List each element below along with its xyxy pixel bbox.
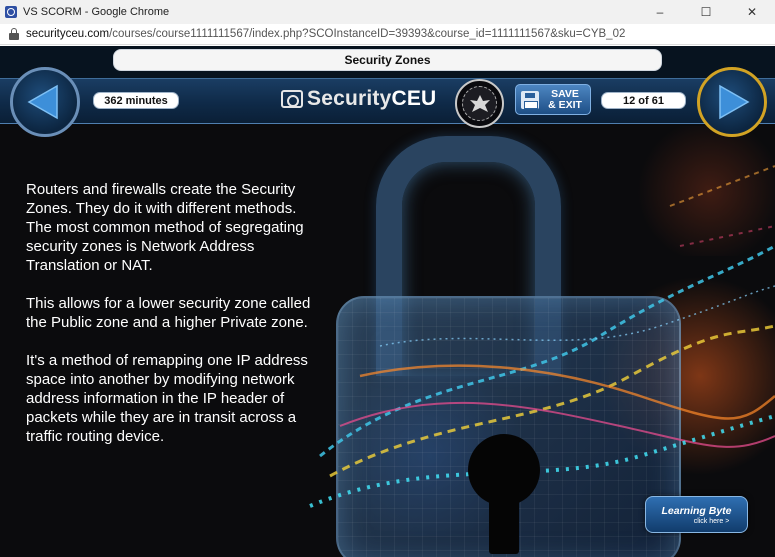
- slide-paragraph: It's a method of remapping one IP addres…: [26, 352, 308, 445]
- next-slide-button[interactable]: [697, 67, 767, 137]
- browser-title-bar: VS SCORM - Google Chrome – ☐ ✕: [0, 0, 775, 24]
- url-text[interactable]: securityceu.com/courses/course1111111567…: [26, 28, 625, 40]
- logo-text-prefix: Security: [307, 87, 392, 110]
- learning-byte-title: Learning Byte: [661, 504, 732, 517]
- close-button[interactable]: ✕: [729, 0, 775, 24]
- logo-mark-icon: [281, 90, 303, 108]
- lock-icon[interactable]: [9, 28, 19, 40]
- floppy-disk-icon: [521, 90, 539, 109]
- padlock-illustration: [300, 126, 775, 557]
- page-indicator: 12 of 61: [601, 92, 686, 109]
- learning-byte-button[interactable]: Learning Byte click here >: [645, 496, 748, 533]
- save-exit-button[interactable]: SAVE & EXIT: [515, 84, 591, 115]
- slide-paragraph: Routers and firewalls create the Securit…: [26, 181, 304, 274]
- url-path: /courses/course1111111567/index.php?SCOI…: [109, 28, 626, 40]
- minimize-button[interactable]: –: [637, 0, 683, 24]
- slide-paragraph: This allows for a lower security zone ca…: [26, 295, 311, 331]
- course-player: Security Zones 362 minutes SecurityCEU S…: [0, 46, 775, 557]
- light-streaks: [309, 165, 775, 508]
- right-arrow-icon: [719, 84, 750, 120]
- url-domain: securityceu.com: [26, 28, 110, 40]
- logo-text-suffix: CEU: [391, 87, 437, 110]
- slide-title: Security Zones: [113, 49, 662, 71]
- app-icon: [5, 6, 17, 18]
- maximize-button[interactable]: ☐: [683, 0, 729, 24]
- address-bar[interactable]: securityceu.com/courses/course1111111567…: [0, 24, 775, 45]
- save-exit-label: SAVE & EXIT: [548, 87, 582, 111]
- learning-byte-subtitle: click here >: [693, 517, 730, 525]
- eagle-seal-icon: [455, 79, 504, 128]
- securityceu-logo: SecurityCEU: [281, 86, 436, 112]
- previous-slide-button[interactable]: [10, 67, 80, 137]
- left-arrow-icon: [27, 84, 58, 120]
- slide-body: Routers and firewalls create the Securit…: [26, 180, 316, 465]
- window-title: VS SCORM - Google Chrome: [23, 6, 170, 18]
- time-remaining: 362 minutes: [93, 92, 179, 109]
